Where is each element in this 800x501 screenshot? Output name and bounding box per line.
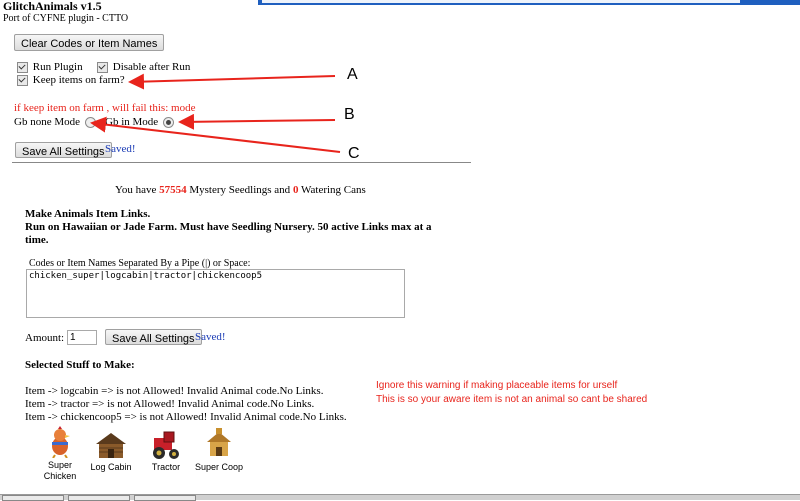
disable-after-run-option[interactable]: Disable after Run — [97, 61, 190, 73]
selected-item-1: Item -> logcabin => is not Allowed! Inva… — [25, 385, 324, 397]
keep-items-option[interactable]: Keep items on farm? — [17, 74, 125, 86]
saved-status-top: Saved! — [105, 143, 136, 155]
counts-middle: Mystery Seedlings and — [189, 184, 291, 196]
selected-title: Selected Stuff to Make: — [25, 359, 135, 371]
gallery-item-tractor[interactable]: Tractor — [146, 430, 186, 473]
gallery-label: Log Cabin — [90, 462, 132, 472]
divider — [12, 162, 471, 163]
annotation-label-c: C — [348, 145, 360, 162]
log-cabin-icon — [96, 433, 126, 458]
gallery-label: Tractor — [151, 462, 181, 472]
app-subtitle: Port of CYFNE plugin - CTTO — [3, 13, 129, 24]
keep-items-label: Keep items on farm? — [32, 74, 125, 86]
save-settings-button-bottom[interactable]: Save All Settings — [105, 329, 202, 345]
bottom-tab-3[interactable] — [134, 495, 196, 501]
gb-in-option[interactable]: Gb in Mode — [105, 116, 174, 128]
run-plugin-label: Run Plugin — [32, 61, 83, 73]
bottom-tab-1[interactable] — [2, 495, 64, 501]
annotation-label-b: B — [344, 106, 355, 123]
ignore-warning-line-2: This is so your aware item is not an ani… — [376, 394, 648, 405]
bottom-tab-2[interactable] — [68, 495, 130, 501]
amount-input[interactable] — [67, 330, 97, 345]
section-instructions: Run on Hawaiian or Jade Farm. Must have … — [25, 221, 432, 246]
ignore-warning-line-1: Ignore this warning if making placeable … — [376, 380, 618, 391]
counts-line: You have 57554 Mystery Seedlings and 0 W… — [115, 184, 366, 196]
gb-in-label: Gb in Mode — [105, 116, 159, 128]
super-chicken-icon — [52, 426, 70, 459]
annotation-label-a: A — [347, 66, 358, 83]
tractor-icon — [153, 431, 179, 459]
amount-label: Amount: — [25, 332, 65, 344]
section-title: Make Animals Item Links. — [25, 208, 151, 220]
counts-prefix: You have — [115, 184, 157, 196]
gallery-item-super-chicken[interactable]: Super Chicken — [40, 426, 80, 482]
keep-items-checkbox[interactable] — [17, 74, 28, 86]
counts-suffix: Watering Cans — [301, 184, 366, 196]
run-plugin-checkbox[interactable] — [17, 61, 28, 73]
gallery-label: Super Coop — [194, 462, 244, 472]
disable-after-run-checkbox[interactable] — [97, 61, 108, 73]
mode-warning-text: if keep item on farm , will fail this: m… — [14, 102, 196, 114]
super-coop-icon — [207, 428, 231, 456]
disable-after-run-label: Disable after Run — [112, 61, 191, 73]
clear-codes-button[interactable]: Clear Codes or Item Names — [14, 34, 165, 51]
gallery-item-log-cabin[interactable]: Log Cabin — [88, 430, 134, 473]
saved-status-bottom: Saved! — [195, 331, 226, 343]
gb-in-radio[interactable] — [162, 116, 174, 128]
run-plugin-option[interactable]: Run Plugin — [17, 61, 83, 73]
seedling-count: 57554 — [159, 184, 187, 196]
arrow-b — [178, 113, 336, 130]
selected-item-3: Item -> chickencoop5 => is not Allowed! … — [25, 411, 347, 423]
codes-label: Codes or Item Names Separated By a Pipe … — [29, 258, 251, 269]
gb-none-label: Gb none Mode — [14, 116, 80, 128]
gb-none-option[interactable]: Gb none Mode — [14, 116, 96, 128]
app-title: GlitchAnimals v1.5 — [3, 0, 102, 13]
selected-item-2: Item -> tractor => is not Allowed! Inval… — [25, 398, 315, 410]
gallery-label: Super Chicken — [43, 460, 77, 481]
gallery-item-super-coop[interactable]: Super Coop — [194, 428, 244, 473]
gb-none-radio[interactable] — [84, 116, 96, 128]
save-settings-button-top[interactable]: Save All Settings — [15, 142, 112, 158]
codes-textarea[interactable] — [26, 269, 405, 318]
arrow-a — [128, 73, 336, 90]
top-bar-light — [262, 0, 740, 3]
watering-can-count: 0 — [292, 184, 299, 196]
